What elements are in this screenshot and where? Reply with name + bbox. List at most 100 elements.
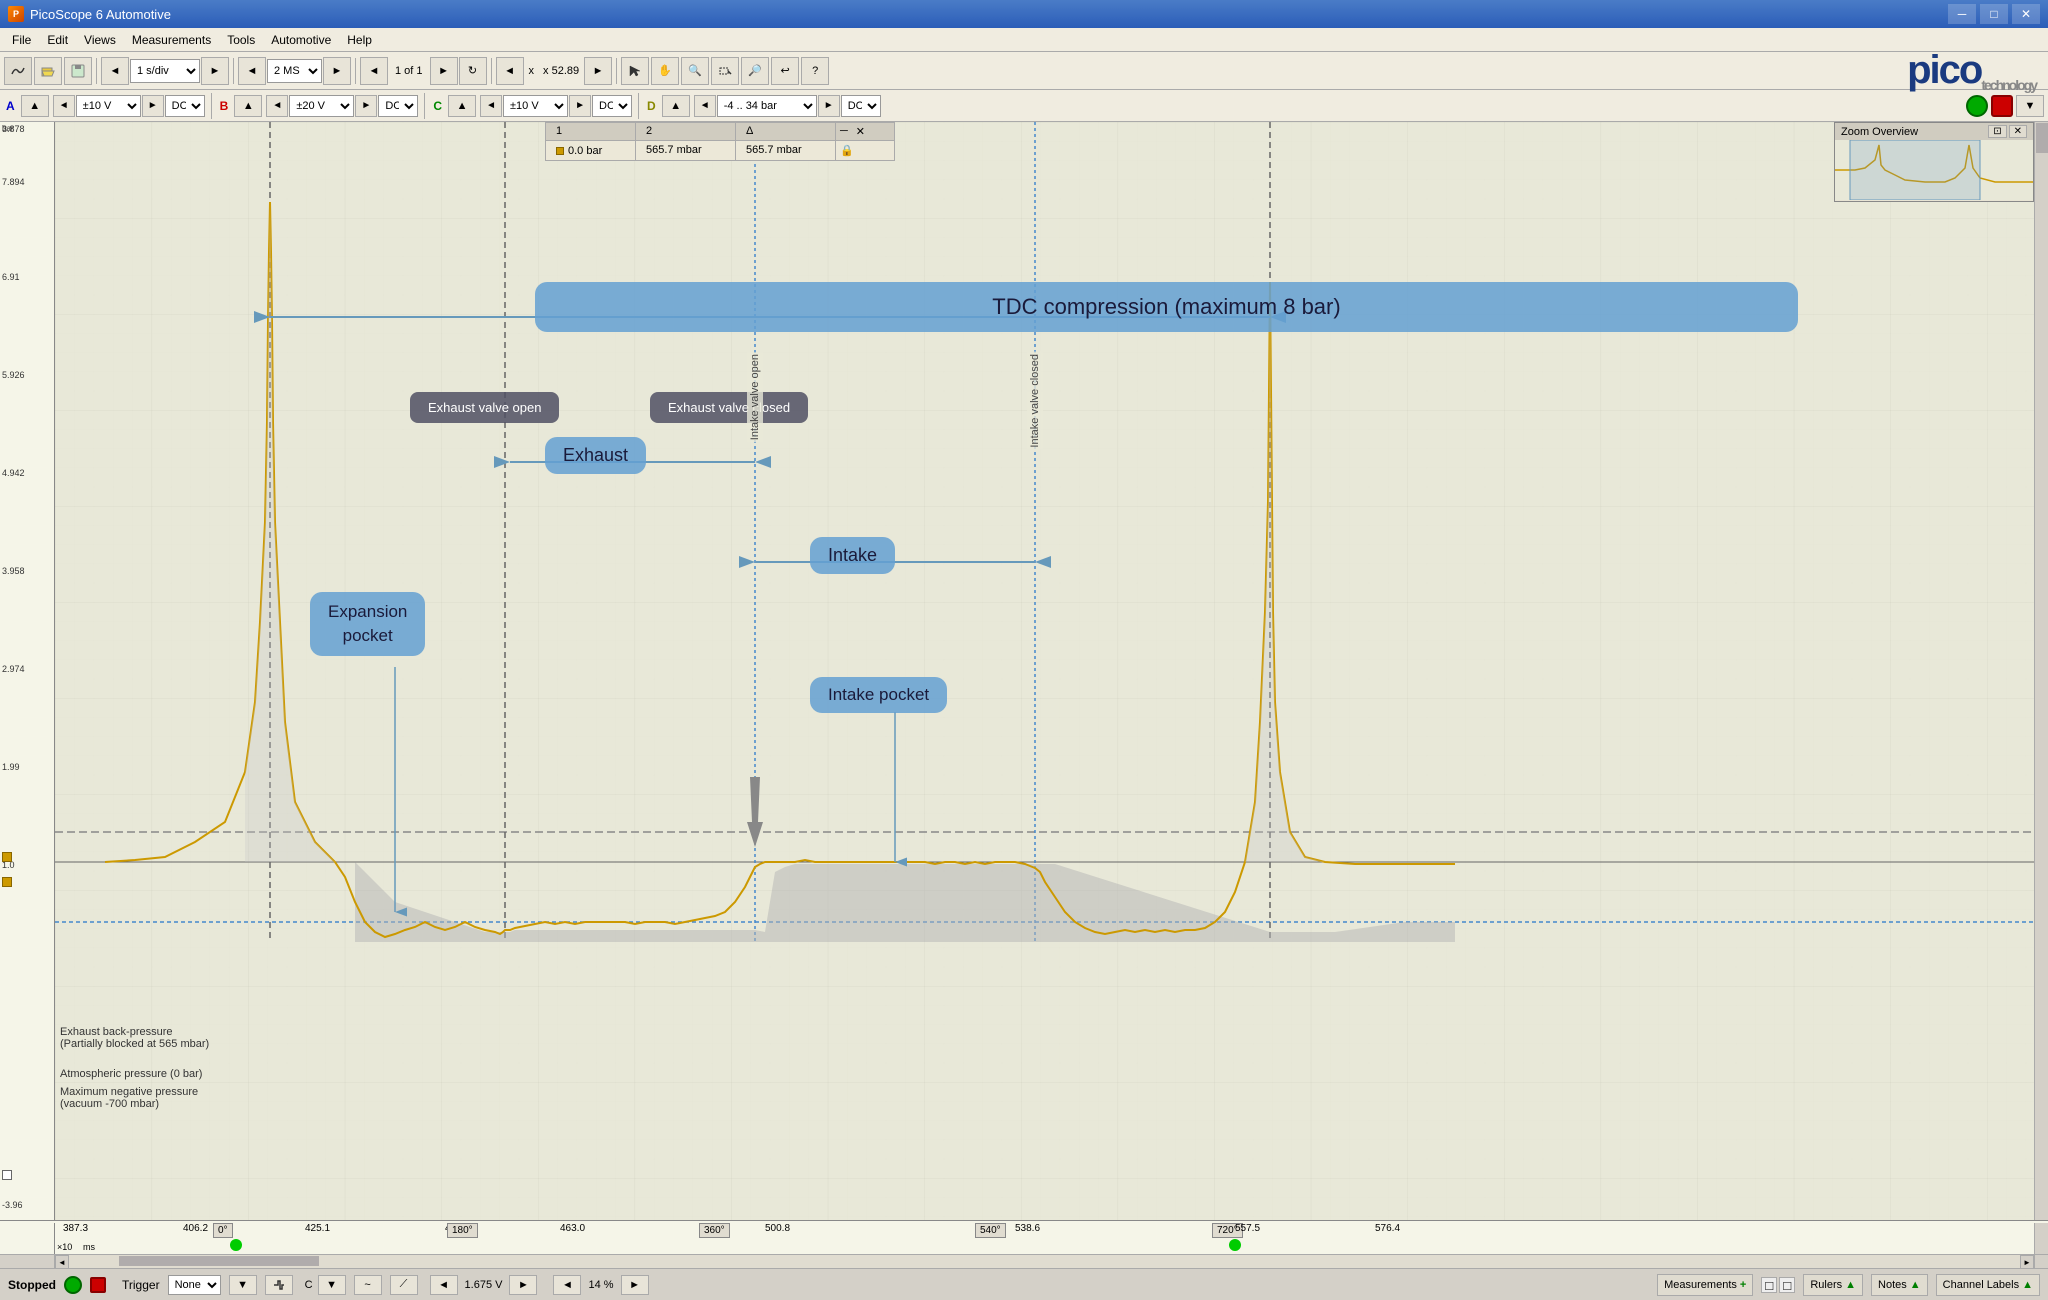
scrollbar-track[interactable]	[69, 1255, 2020, 1268]
measurements-status-btn[interactable]: Measurements +	[1657, 1274, 1753, 1296]
meas-icon-2[interactable]: □	[1779, 1277, 1795, 1293]
channel-b-arrow-btn[interactable]: ▲	[234, 95, 262, 117]
play-btn[interactable]	[64, 1276, 82, 1294]
degree-540-marker: 540°	[975, 1223, 1006, 1238]
help-btn[interactable]: ?	[801, 57, 829, 85]
cursor-select-btn[interactable]	[621, 57, 649, 85]
menu-measurements[interactable]: Measurements	[124, 31, 219, 49]
ch-b-next[interactable]: ►	[355, 95, 377, 117]
ch-a-coupling[interactable]: DC	[165, 95, 205, 117]
zoom-overview-preview	[1835, 140, 2033, 200]
zoom-restore-btn[interactable]: ⊡	[1988, 125, 2006, 138]
trigger-wave-btn[interactable]: ~	[354, 1275, 382, 1295]
trigger-edge-btn[interactable]: ⟋	[390, 1275, 418, 1295]
scroll-left-btn[interactable]: ◄	[55, 1255, 69, 1269]
percent-next[interactable]: ►	[621, 1275, 649, 1295]
time-div-select[interactable]: 1 s/div	[130, 59, 200, 83]
zoom-close-btn[interactable]: ✕	[2009, 125, 2027, 138]
maximize-button[interactable]: □	[1980, 4, 2008, 24]
cursor-pan-btn[interactable]: ✋	[651, 57, 679, 85]
ch-c-voltage[interactable]: ±10 V	[503, 95, 568, 117]
time-prev[interactable]: ◄	[101, 57, 129, 85]
page-refresh[interactable]: ↻	[459, 57, 487, 85]
atmospheric-label: Atmospheric pressure (0 bar)	[60, 1068, 202, 1080]
percent-prev[interactable]: ◄	[553, 1275, 581, 1295]
ch-d-indicator2	[2, 877, 12, 887]
menu-file[interactable]: File	[4, 31, 39, 49]
samples-prev[interactable]: ◄	[238, 57, 266, 85]
trigger-icon-btn[interactable]	[265, 1275, 293, 1295]
page-next[interactable]: ►	[430, 57, 458, 85]
ch-b-prev[interactable]: ◄	[266, 95, 288, 117]
menu-views[interactable]: Views	[76, 31, 124, 49]
ch-c-coupling[interactable]: DC	[592, 95, 632, 117]
minimize-button[interactable]: ─	[1948, 4, 1976, 24]
samples-next[interactable]: ►	[323, 57, 351, 85]
scroll-right-btn[interactable]: ►	[2020, 1255, 2034, 1269]
vacuum-text2: (vacuum -700 mbar)	[60, 1098, 198, 1110]
trigger-arrow-btn[interactable]: ▼	[229, 1275, 257, 1295]
voltage-next[interactable]: ►	[509, 1275, 537, 1295]
x-label-463: 463.0	[560, 1223, 585, 1234]
exhaust-valve-open-text: Exhaust valve open	[428, 400, 541, 415]
time-next[interactable]: ►	[201, 57, 229, 85]
y-unit-bar: bar	[2, 124, 14, 133]
trigger-select[interactable]: None	[168, 1275, 221, 1295]
ch-d-coupling[interactable]: DC	[841, 95, 881, 117]
ch-d-prev[interactable]: ◄	[694, 95, 716, 117]
app-icon: P	[8, 6, 24, 22]
ch-a-prev[interactable]: ◄	[53, 95, 75, 117]
tdc-dot-right	[1229, 1239, 1241, 1251]
menu-help[interactable]: Help	[339, 31, 380, 49]
ch-d-next[interactable]: ►	[818, 95, 840, 117]
meas-lock[interactable]: 🔒	[836, 141, 858, 160]
channel-a-arrow-btn[interactable]: ▲	[21, 95, 49, 117]
zoom-next[interactable]: ►	[584, 57, 612, 85]
menu-tools[interactable]: Tools	[219, 31, 263, 49]
ch-c-prev[interactable]: ◄	[480, 95, 502, 117]
notes-status-btn[interactable]: Notes ▲	[1871, 1274, 1928, 1296]
ch-d-indicator	[2, 852, 12, 862]
samples-select[interactable]: 2 MS	[267, 59, 322, 83]
ch-c-next[interactable]: ►	[569, 95, 591, 117]
percent-group: ◄ 14 % ►	[553, 1275, 648, 1295]
tdc-compression-annotation: TDC compression (maximum 8 bar)	[535, 282, 1798, 332]
page-prev[interactable]: ◄	[360, 57, 388, 85]
scrollbar-thumb[interactable]	[2036, 123, 2048, 153]
stop-btn[interactable]	[1991, 95, 2013, 117]
x-label-538: 538.6	[1015, 1223, 1040, 1234]
scrollbar-h-thumb[interactable]	[119, 1256, 319, 1266]
scrollbar-vertical[interactable]	[2034, 122, 2048, 1220]
close-button[interactable]: ✕	[2012, 4, 2040, 24]
channel-c-arrow-btn[interactable]: ▲	[448, 95, 476, 117]
menu-edit[interactable]: Edit	[39, 31, 76, 49]
ch-d-voltage[interactable]: -4 .. 34 bar	[717, 95, 817, 117]
menu-automotive[interactable]: Automotive	[263, 31, 339, 49]
ch-a-next[interactable]: ►	[142, 95, 164, 117]
channel-labels-status-btn[interactable]: Channel Labels ▲	[1936, 1274, 2040, 1296]
record-btn[interactable]	[1966, 95, 1988, 117]
meas-close-btn[interactable]: ✕	[852, 123, 869, 140]
zoom-prev[interactable]: ◄	[496, 57, 524, 85]
undo-btn[interactable]: ↩	[771, 57, 799, 85]
stop-status-btn[interactable]	[90, 1277, 106, 1293]
open-btn[interactable]	[34, 57, 62, 85]
ch-a-voltage[interactable]: ±10 V	[76, 95, 141, 117]
zoom-out-btn[interactable]: 🔎	[741, 57, 769, 85]
ch-indicator-bottom	[2, 1170, 12, 1180]
voltage-prev[interactable]: ◄	[430, 1275, 458, 1295]
ch-options-btn[interactable]: ▼	[2016, 95, 2044, 117]
rulers-status-btn[interactable]: Rulers ▲	[1803, 1274, 1863, 1296]
save-btn[interactable]	[64, 57, 92, 85]
x-axis: 387.3 406.2 0° 425.1 444.1 180° 463.0 36…	[0, 1220, 2048, 1254]
meas-icon-1[interactable]: □	[1761, 1277, 1777, 1293]
mode-btn-1[interactable]	[4, 57, 32, 85]
ch-b-coupling[interactable]: DC	[378, 95, 418, 117]
ch-b-voltage[interactable]: ±20 V	[289, 95, 354, 117]
meas-minimize-btn[interactable]: ─	[836, 123, 852, 140]
zoom-box-btn[interactable]	[711, 57, 739, 85]
ch-select-arrow[interactable]: ▼	[318, 1275, 346, 1295]
scrollbar-horizontal-bar: ◄ ►	[0, 1254, 2048, 1268]
channel-d-arrow-btn[interactable]: ▲	[662, 95, 690, 117]
zoom-in-btn[interactable]: 🔍	[681, 57, 709, 85]
